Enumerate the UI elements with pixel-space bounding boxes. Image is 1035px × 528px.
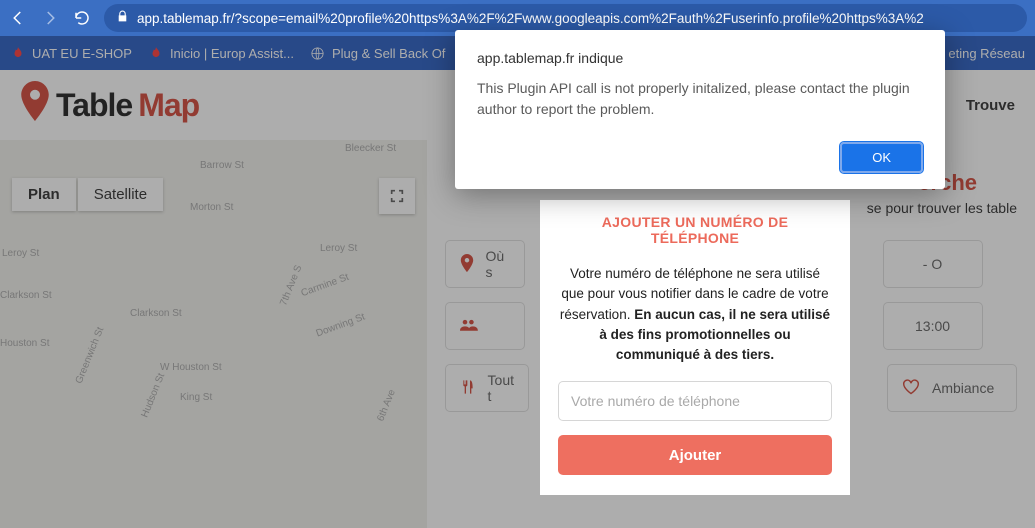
phone-modal-body-bold: En aucun cas, il ne sera utilisé à des f… — [599, 307, 830, 363]
forward-button[interactable] — [40, 8, 60, 28]
lock-icon — [116, 10, 129, 26]
alert-message: This Plugin API call is not properly ini… — [477, 78, 923, 120]
address-bar[interactable]: app.tablemap.fr/?scope=email%20profile%2… — [104, 4, 1027, 32]
phone-modal-body: Votre numéro de téléphone ne sera utilis… — [558, 264, 832, 365]
phone-input[interactable] — [558, 381, 832, 421]
reload-button[interactable] — [72, 8, 92, 28]
alert-ok-button[interactable]: OK — [840, 142, 923, 173]
url-text: app.tablemap.fr/?scope=email%20profile%2… — [137, 11, 924, 26]
alert-dialog: app.tablemap.fr indique This Plugin API … — [455, 30, 945, 189]
back-button[interactable] — [8, 8, 28, 28]
phone-modal: AJOUTER UN NUMÉRO DE TÉLÉPHONE Votre num… — [540, 200, 850, 495]
alert-title: app.tablemap.fr indique — [477, 50, 923, 66]
phone-modal-title: AJOUTER UN NUMÉRO DE TÉLÉPHONE — [558, 214, 832, 246]
phone-submit-button[interactable]: Ajouter — [558, 435, 832, 475]
